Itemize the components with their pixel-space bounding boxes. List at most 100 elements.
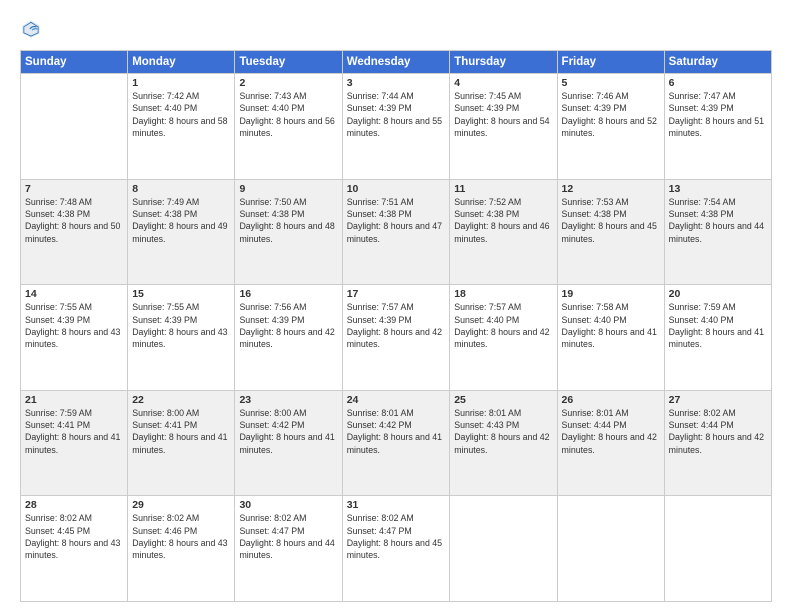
day-info: Sunrise: 7:59 AM Sunset: 4:40 PM Dayligh…: [669, 301, 767, 350]
day-info: Sunrise: 8:02 AM Sunset: 4:47 PM Dayligh…: [347, 512, 446, 561]
col-tuesday: Tuesday: [235, 51, 342, 74]
day-number: 14: [25, 288, 123, 300]
day-number: 16: [239, 288, 337, 300]
day-info: Sunrise: 7:47 AM Sunset: 4:39 PM Dayligh…: [669, 90, 767, 139]
day-info: Sunrise: 7:55 AM Sunset: 4:39 PM Dayligh…: [132, 301, 230, 350]
day-cell: 4Sunrise: 7:45 AM Sunset: 4:39 PM Daylig…: [450, 74, 557, 180]
logo: [20, 18, 44, 40]
day-number: 4: [454, 77, 552, 89]
day-info: Sunrise: 7:51 AM Sunset: 4:38 PM Dayligh…: [347, 196, 446, 245]
day-number: 10: [347, 183, 446, 195]
day-cell: 22Sunrise: 8:00 AM Sunset: 4:41 PM Dayli…: [128, 390, 235, 496]
day-info: Sunrise: 7:56 AM Sunset: 4:39 PM Dayligh…: [239, 301, 337, 350]
day-info: Sunrise: 7:43 AM Sunset: 4:40 PM Dayligh…: [239, 90, 337, 139]
day-number: 13: [669, 183, 767, 195]
day-info: Sunrise: 7:54 AM Sunset: 4:38 PM Dayligh…: [669, 196, 767, 245]
day-cell: 14Sunrise: 7:55 AM Sunset: 4:39 PM Dayli…: [21, 285, 128, 391]
day-number: 9: [239, 183, 337, 195]
header: [20, 18, 772, 40]
day-info: Sunrise: 8:01 AM Sunset: 4:43 PM Dayligh…: [454, 407, 552, 456]
day-cell: 1Sunrise: 7:42 AM Sunset: 4:40 PM Daylig…: [128, 74, 235, 180]
col-thursday: Thursday: [450, 51, 557, 74]
day-cell: 12Sunrise: 7:53 AM Sunset: 4:38 PM Dayli…: [557, 179, 664, 285]
day-cell: 2Sunrise: 7:43 AM Sunset: 4:40 PM Daylig…: [235, 74, 342, 180]
day-info: Sunrise: 7:57 AM Sunset: 4:40 PM Dayligh…: [454, 301, 552, 350]
day-info: Sunrise: 7:52 AM Sunset: 4:38 PM Dayligh…: [454, 196, 552, 245]
day-number: 5: [562, 77, 660, 89]
day-cell: 24Sunrise: 8:01 AM Sunset: 4:42 PM Dayli…: [342, 390, 450, 496]
day-cell: [557, 496, 664, 602]
day-cell: 16Sunrise: 7:56 AM Sunset: 4:39 PM Dayli…: [235, 285, 342, 391]
day-number: 21: [25, 394, 123, 406]
col-wednesday: Wednesday: [342, 51, 450, 74]
col-sunday: Sunday: [21, 51, 128, 74]
day-cell: 29Sunrise: 8:02 AM Sunset: 4:46 PM Dayli…: [128, 496, 235, 602]
col-monday: Monday: [128, 51, 235, 74]
day-info: Sunrise: 7:49 AM Sunset: 4:38 PM Dayligh…: [132, 196, 230, 245]
week-row-3: 21Sunrise: 7:59 AM Sunset: 4:41 PM Dayli…: [21, 390, 772, 496]
day-info: Sunrise: 7:46 AM Sunset: 4:39 PM Dayligh…: [562, 90, 660, 139]
day-info: Sunrise: 8:00 AM Sunset: 4:42 PM Dayligh…: [239, 407, 337, 456]
day-cell: [21, 74, 128, 180]
day-info: Sunrise: 7:57 AM Sunset: 4:39 PM Dayligh…: [347, 301, 446, 350]
day-number: 3: [347, 77, 446, 89]
day-info: Sunrise: 7:55 AM Sunset: 4:39 PM Dayligh…: [25, 301, 123, 350]
day-info: Sunrise: 7:59 AM Sunset: 4:41 PM Dayligh…: [25, 407, 123, 456]
day-number: 17: [347, 288, 446, 300]
day-number: 28: [25, 499, 123, 511]
logo-icon: [20, 18, 42, 40]
day-number: 25: [454, 394, 552, 406]
week-row-2: 14Sunrise: 7:55 AM Sunset: 4:39 PM Dayli…: [21, 285, 772, 391]
day-number: 15: [132, 288, 230, 300]
day-cell: 13Sunrise: 7:54 AM Sunset: 4:38 PM Dayli…: [664, 179, 771, 285]
week-row-4: 28Sunrise: 8:02 AM Sunset: 4:45 PM Dayli…: [21, 496, 772, 602]
day-info: Sunrise: 8:01 AM Sunset: 4:44 PM Dayligh…: [562, 407, 660, 456]
day-cell: 21Sunrise: 7:59 AM Sunset: 4:41 PM Dayli…: [21, 390, 128, 496]
day-number: 23: [239, 394, 337, 406]
week-row-1: 7Sunrise: 7:48 AM Sunset: 4:38 PM Daylig…: [21, 179, 772, 285]
day-cell: 28Sunrise: 8:02 AM Sunset: 4:45 PM Dayli…: [21, 496, 128, 602]
day-info: Sunrise: 7:42 AM Sunset: 4:40 PM Dayligh…: [132, 90, 230, 139]
page: Sunday Monday Tuesday Wednesday Thursday…: [0, 0, 792, 612]
day-cell: 27Sunrise: 8:02 AM Sunset: 4:44 PM Dayli…: [664, 390, 771, 496]
day-cell: 3Sunrise: 7:44 AM Sunset: 4:39 PM Daylig…: [342, 74, 450, 180]
day-number: 11: [454, 183, 552, 195]
day-number: 7: [25, 183, 123, 195]
day-number: 1: [132, 77, 230, 89]
day-cell: 10Sunrise: 7:51 AM Sunset: 4:38 PM Dayli…: [342, 179, 450, 285]
day-info: Sunrise: 8:02 AM Sunset: 4:46 PM Dayligh…: [132, 512, 230, 561]
day-cell: 8Sunrise: 7:49 AM Sunset: 4:38 PM Daylig…: [128, 179, 235, 285]
day-cell: 18Sunrise: 7:57 AM Sunset: 4:40 PM Dayli…: [450, 285, 557, 391]
day-cell: 6Sunrise: 7:47 AM Sunset: 4:39 PM Daylig…: [664, 74, 771, 180]
day-info: Sunrise: 8:00 AM Sunset: 4:41 PM Dayligh…: [132, 407, 230, 456]
day-cell: 19Sunrise: 7:58 AM Sunset: 4:40 PM Dayli…: [557, 285, 664, 391]
col-saturday: Saturday: [664, 51, 771, 74]
day-number: 12: [562, 183, 660, 195]
day-info: Sunrise: 7:58 AM Sunset: 4:40 PM Dayligh…: [562, 301, 660, 350]
day-number: 6: [669, 77, 767, 89]
day-cell: 17Sunrise: 7:57 AM Sunset: 4:39 PM Dayli…: [342, 285, 450, 391]
day-cell: 30Sunrise: 8:02 AM Sunset: 4:47 PM Dayli…: [235, 496, 342, 602]
day-cell: 31Sunrise: 8:02 AM Sunset: 4:47 PM Dayli…: [342, 496, 450, 602]
day-cell: [664, 496, 771, 602]
day-cell: 11Sunrise: 7:52 AM Sunset: 4:38 PM Dayli…: [450, 179, 557, 285]
day-cell: 20Sunrise: 7:59 AM Sunset: 4:40 PM Dayli…: [664, 285, 771, 391]
day-number: 29: [132, 499, 230, 511]
day-cell: 15Sunrise: 7:55 AM Sunset: 4:39 PM Dayli…: [128, 285, 235, 391]
day-cell: 5Sunrise: 7:46 AM Sunset: 4:39 PM Daylig…: [557, 74, 664, 180]
day-info: Sunrise: 7:44 AM Sunset: 4:39 PM Dayligh…: [347, 90, 446, 139]
day-number: 18: [454, 288, 552, 300]
day-number: 27: [669, 394, 767, 406]
day-cell: 7Sunrise: 7:48 AM Sunset: 4:38 PM Daylig…: [21, 179, 128, 285]
day-info: Sunrise: 7:45 AM Sunset: 4:39 PM Dayligh…: [454, 90, 552, 139]
day-cell: 23Sunrise: 8:00 AM Sunset: 4:42 PM Dayli…: [235, 390, 342, 496]
day-info: Sunrise: 8:02 AM Sunset: 4:47 PM Dayligh…: [239, 512, 337, 561]
day-number: 19: [562, 288, 660, 300]
day-number: 30: [239, 499, 337, 511]
day-cell: 26Sunrise: 8:01 AM Sunset: 4:44 PM Dayli…: [557, 390, 664, 496]
day-number: 20: [669, 288, 767, 300]
week-row-0: 1Sunrise: 7:42 AM Sunset: 4:40 PM Daylig…: [21, 74, 772, 180]
day-number: 31: [347, 499, 446, 511]
day-info: Sunrise: 7:53 AM Sunset: 4:38 PM Dayligh…: [562, 196, 660, 245]
day-number: 22: [132, 394, 230, 406]
